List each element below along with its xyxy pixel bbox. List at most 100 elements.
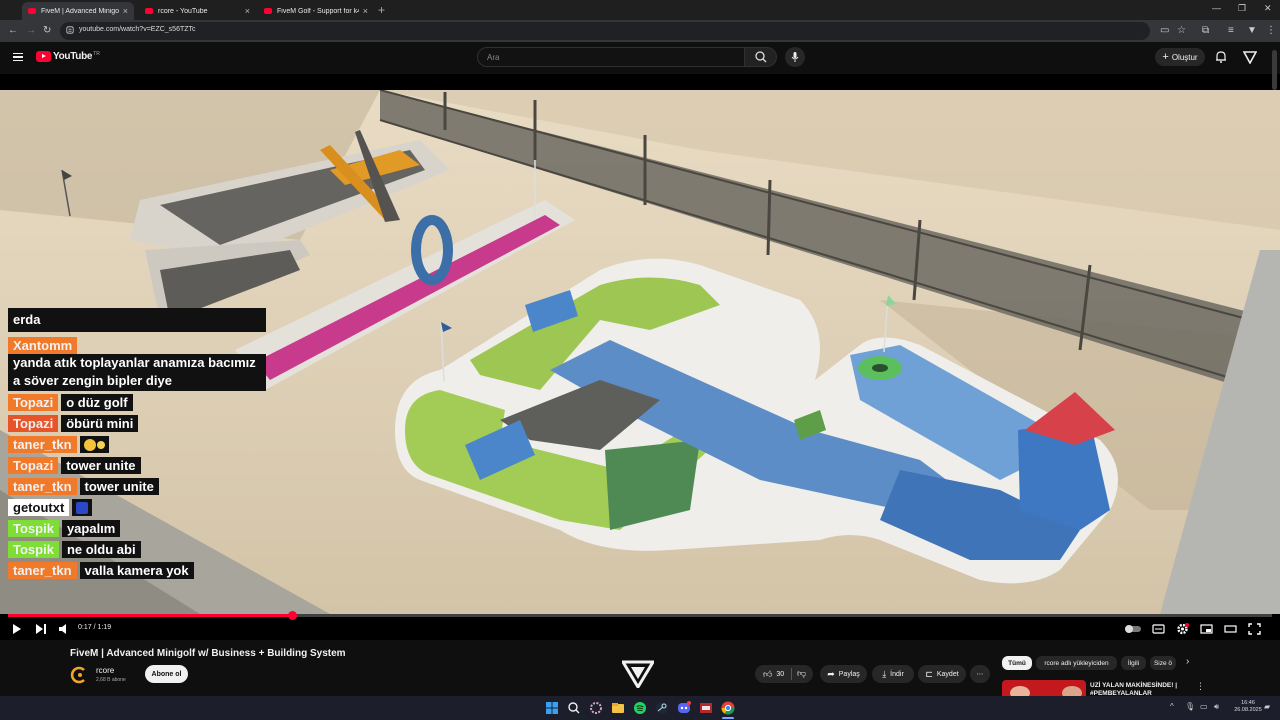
- thumbs-up-icon[interactable]: 👍︎: [763, 669, 772, 680]
- like-count[interactable]: 30: [776, 671, 784, 678]
- country-code: TR: [93, 50, 100, 57]
- voice-search-button[interactable]: [785, 47, 805, 67]
- search-button[interactable]: [745, 47, 777, 67]
- thumbnail-face-left: [1010, 686, 1030, 696]
- close-tab-icon[interactable]: ×: [245, 6, 250, 16]
- chat-message: Tospik ne oldu abi: [8, 539, 141, 559]
- plus-icon: +: [1162, 51, 1169, 63]
- speaker-icon[interactable]: 🔊︎: [1214, 702, 1219, 712]
- microphone-icon: [791, 52, 799, 62]
- theater-mode-icon[interactable]: [1224, 622, 1237, 636]
- chat-message-text: ne oldu abi: [61, 540, 141, 558]
- system-clock[interactable]: 16:46 26.08.2025: [1234, 700, 1262, 714]
- site-info-icon[interactable]: [66, 26, 74, 34]
- menu-dots-icon[interactable]: ⋮: [1266, 25, 1276, 37]
- more-actions-button[interactable]: ⋯: [970, 665, 990, 683]
- video-title: FiveM | Advanced Minigolf w/ Business + …: [70, 648, 346, 659]
- create-button[interactable]: + Oluştur: [1155, 48, 1205, 66]
- chat-message-text: tower unite: [79, 477, 159, 495]
- play-icon[interactable]: [12, 622, 22, 636]
- subtitles-icon[interactable]: [1152, 622, 1165, 636]
- windows-start-icon[interactable]: [544, 700, 560, 716]
- thumbs-down-icon[interactable]: 👎︎: [797, 668, 806, 679]
- settings-app-icon[interactable]: [588, 700, 604, 716]
- related-more-icon[interactable]: ⋮: [1196, 681, 1205, 692]
- discord-icon[interactable]: [676, 700, 692, 716]
- close-window-icon[interactable]: ✕: [1264, 3, 1272, 14]
- miniplayer-icon[interactable]: [1200, 622, 1213, 636]
- chip-for-you[interactable]: Size ö: [1150, 656, 1176, 670]
- taskbar-search-icon[interactable]: [566, 700, 582, 716]
- streaming-app-icon[interactable]: [698, 700, 714, 716]
- chip-related[interactable]: İlgili: [1121, 656, 1146, 670]
- settings-gear-icon[interactable]: [1176, 622, 1189, 636]
- chat-message-text: o düz golf: [61, 393, 133, 411]
- page-scrollbar[interactable]: [1272, 50, 1277, 90]
- bookmark-star-icon[interactable]: ☆: [1177, 25, 1186, 37]
- minimize-icon[interactable]: —: [1212, 3, 1221, 13]
- reload-icon[interactable]: ↻: [43, 25, 51, 37]
- like-dislike-group: 👍︎ 30 👎︎: [755, 665, 813, 683]
- channel-avatar[interactable]: [70, 666, 88, 684]
- tab-title: FiveM | Advanced Minigolf w/ B: [41, 7, 119, 15]
- share-button[interactable]: ➦ Paylaş: [820, 665, 867, 683]
- chip-all[interactable]: Tümü: [1002, 656, 1032, 670]
- chat-message-line-2: a söver zengin bipler diye: [13, 373, 172, 388]
- chat-username: Topazi: [8, 456, 59, 474]
- profile-icon[interactable]: ▼: [1247, 25, 1257, 37]
- create-label: Oluştur: [1171, 52, 1198, 62]
- chat-message: Topazi tower unite: [8, 455, 141, 475]
- chrome-icon[interactable]: [720, 700, 736, 716]
- close-tab-icon[interactable]: ×: [123, 6, 128, 16]
- url-text: youtube.com/watch?v=EZC_s56TZTc: [79, 26, 196, 33]
- chat-message: Topazi o düz golf: [8, 392, 133, 412]
- search-input[interactable]: Ara: [477, 47, 745, 67]
- subscribe-button[interactable]: Abone ol: [145, 665, 188, 683]
- browser-tab-golf-support[interactable]: FiveM Golf - Support for k4mb ×: [258, 2, 374, 20]
- close-tab-icon[interactable]: ×: [363, 6, 368, 16]
- save-button[interactable]: ⊏ Kaydet: [918, 665, 966, 683]
- notifications-tray-icon[interactable]: ▰: [1264, 702, 1270, 711]
- chip-from-uploader[interactable]: rcore adlı yükleyiciden: [1036, 656, 1117, 670]
- spotify-icon[interactable]: [632, 700, 648, 716]
- youtube-logo[interactable]: YouTube TR: [36, 51, 100, 62]
- related-title-line-1: UZİ YALAN MAKİNESİNDE! |: [1090, 682, 1178, 689]
- microphone-tray-icon[interactable]: 🎙︎: [1185, 702, 1195, 711]
- youtube-favicon-icon: [264, 8, 272, 14]
- steam-icon[interactable]: [654, 700, 670, 716]
- fullscreen-icon[interactable]: [1248, 622, 1261, 636]
- chat-username: Tospik: [8, 540, 59, 558]
- seek-bar[interactable]: [8, 611, 1272, 620]
- network-icon[interactable]: ▭: [1200, 702, 1208, 711]
- chat-message-text-multiline: yanda atık toplayanlar anamıza bacımız a…: [8, 354, 266, 391]
- new-tab-button[interactable]: +: [378, 3, 385, 17]
- thumbnail-face-right: [1062, 686, 1082, 696]
- notifications-bell-icon[interactable]: [1214, 50, 1228, 64]
- reading-list-icon[interactable]: ≡: [1228, 25, 1234, 37]
- channel-name[interactable]: rcore: [96, 666, 114, 675]
- save-label: Kaydet: [936, 670, 959, 678]
- url-field[interactable]: youtube.com/watch?v=EZC_s56TZTc: [60, 22, 1150, 40]
- download-button[interactable]: ⤓ İndir: [872, 665, 914, 683]
- autoplay-toggle-icon[interactable]: [1124, 622, 1142, 636]
- tray-overflow-icon[interactable]: ^: [1170, 702, 1174, 711]
- search-placeholder: Ara: [487, 53, 500, 62]
- volume-icon[interactable]: [58, 622, 70, 636]
- file-explorer-icon[interactable]: [610, 700, 626, 716]
- account-avatar-icon[interactable]: [1243, 51, 1257, 64]
- forward-arrow-icon[interactable]: →: [26, 25, 36, 37]
- back-arrow-icon[interactable]: ←: [8, 25, 18, 37]
- related-video-thumbnail[interactable]: [1002, 680, 1086, 696]
- video-player[interactable]: erda Xantomm yanda atık toplayanlar anam…: [0, 74, 1280, 640]
- cast-icon[interactable]: ▭: [1160, 25, 1169, 37]
- video-frame[interactable]: erda Xantomm yanda atık toplayanlar anam…: [0, 90, 1280, 614]
- browser-tab-minigolf[interactable]: FiveM | Advanced Minigolf w/ B ×: [22, 2, 134, 20]
- browser-tab-strip: FiveM | Advanced Minigolf w/ B × rcore -…: [0, 0, 1280, 20]
- maximize-icon[interactable]: ❐: [1238, 3, 1246, 14]
- seek-bar-scrubber[interactable]: [288, 611, 298, 620]
- chips-next-chevron-icon[interactable]: ›: [1186, 656, 1189, 667]
- extensions-icon[interactable]: ⧉: [1202, 25, 1209, 37]
- next-video-icon[interactable]: [35, 622, 47, 636]
- hamburger-menu-icon[interactable]: [13, 53, 23, 62]
- browser-tab-rcore[interactable]: rcore - YouTube ×: [139, 2, 256, 20]
